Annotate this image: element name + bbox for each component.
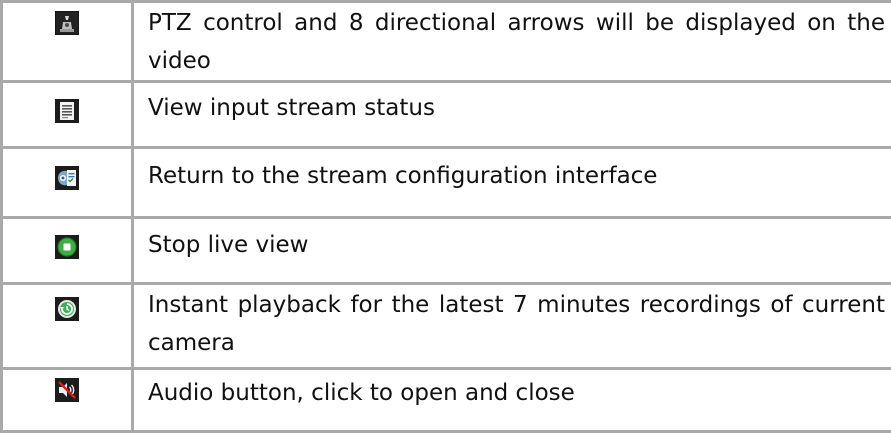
instant-playback-icon[interactable] <box>55 297 79 321</box>
table-row: Return to the stream configuration inter… <box>2 148 891 218</box>
description-cell: Audio button, click to open and close <box>133 369 891 432</box>
description-cell: PTZ control and 8 directional arrows wil… <box>133 2 891 82</box>
icon-cell <box>2 369 133 432</box>
table-row: Instant playback for the latest 7 minute… <box>2 284 891 369</box>
description-cell: View input stream status <box>133 82 891 148</box>
document-status-icon[interactable] <box>55 99 79 123</box>
icon-cell <box>2 218 133 284</box>
description-cell: Return to the stream configuration inter… <box>133 148 891 218</box>
icon-cell <box>2 148 133 218</box>
icon-cell <box>2 2 133 82</box>
table-row: PTZ control and 8 directional arrows wil… <box>2 2 891 82</box>
table-row: Stop live view <box>2 218 891 284</box>
icon-cell <box>2 82 133 148</box>
ptz-icon[interactable] <box>55 11 79 35</box>
stream-config-icon[interactable] <box>55 166 79 190</box>
audio-mute-icon[interactable] <box>55 378 79 402</box>
table-row: View input stream status <box>2 82 891 148</box>
stop-icon[interactable] <box>55 235 79 259</box>
table-row: Audio button, click to open and close <box>2 369 891 432</box>
description-cell: Stop live view <box>133 218 891 284</box>
description-cell: Instant playback for the latest 7 minute… <box>133 284 891 369</box>
icon-description-table: PTZ control and 8 directional arrows wil… <box>0 0 891 433</box>
icon-cell <box>2 284 133 369</box>
